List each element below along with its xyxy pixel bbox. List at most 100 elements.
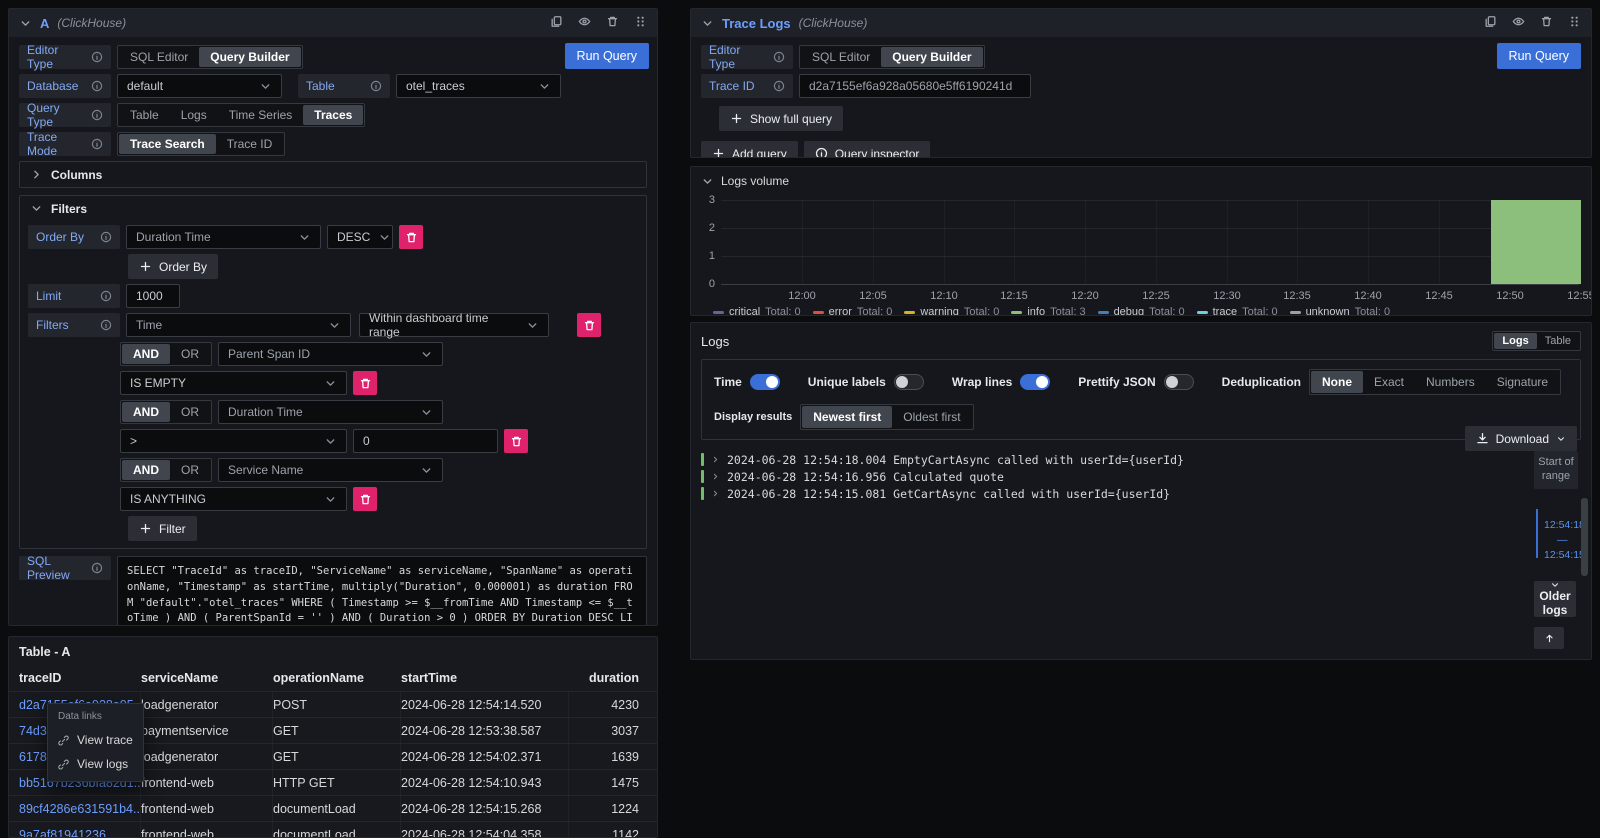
run-query-button[interactable]: Run Query xyxy=(565,43,649,69)
query-type-option-logs[interactable]: Logs xyxy=(170,105,218,125)
column-header[interactable]: startTime xyxy=(401,671,569,685)
trace-link[interactable]: 89cf4286e631591b4... xyxy=(19,802,141,816)
add-order-by-button[interactable]: Order By xyxy=(128,254,218,279)
table-view-option[interactable]: Table xyxy=(1537,333,1579,349)
info-icon xyxy=(91,80,103,92)
info-logs-bar[interactable] xyxy=(1491,200,1581,284)
dedup-option-numbers[interactable]: Numbers xyxy=(1415,371,1486,393)
oldest-first-option[interactable]: Oldest first xyxy=(892,406,971,428)
query-inspector-button[interactable]: Query inspector xyxy=(804,141,931,158)
trash-icon[interactable] xyxy=(1540,15,1553,31)
order-by-direction-select[interactable]: DESC xyxy=(327,225,393,249)
column-header[interactable]: duration xyxy=(569,671,647,685)
show-full-query-button[interactable]: Show full query xyxy=(719,106,843,131)
legend-item[interactable]: unknownTotal: 0 xyxy=(1290,306,1391,316)
eye-icon[interactable] xyxy=(1512,15,1525,31)
trace-link[interactable]: 9a7af81941236... xyxy=(19,828,116,838)
delete-order-by-button[interactable] xyxy=(399,225,423,249)
delete-filter-button[interactable] xyxy=(577,313,601,337)
legend-item[interactable]: debugTotal: 0 xyxy=(1098,306,1185,316)
condition-value-input[interactable]: 0 xyxy=(353,429,498,453)
older-logs-button[interactable]: Older logs xyxy=(1534,581,1576,617)
log-line[interactable]: 2024-06-28 12:54:18.004 EmptyCartAsync c… xyxy=(691,451,1471,468)
drag-handle-icon[interactable] xyxy=(634,15,647,31)
prettify-json-toggle[interactable] xyxy=(1164,374,1194,390)
copy-icon[interactable] xyxy=(1484,15,1497,31)
log-line[interactable]: 2024-06-28 12:54:16.956 Calculated quote xyxy=(691,468,1471,485)
column-header[interactable]: serviceName xyxy=(141,671,273,685)
filters-section-toggle[interactable]: Filters xyxy=(20,196,646,221)
trace-mode-label: Trace Mode xyxy=(19,132,111,156)
view-logs-menu-item[interactable]: View logs xyxy=(48,752,143,776)
collapse-chevron-icon[interactable] xyxy=(701,17,714,30)
limit-input[interactable]: 1000 xyxy=(126,284,180,308)
eye-icon[interactable] xyxy=(578,15,591,31)
order-by-field-select[interactable]: Duration Time xyxy=(126,225,321,249)
trace-mode-option-trace-id[interactable]: Trace ID xyxy=(216,134,284,154)
x-axis-tick: 12:30 xyxy=(1213,290,1241,302)
column-header[interactable]: operationName xyxy=(273,671,401,685)
condition-operator-select[interactable]: IS ANYTHING xyxy=(120,487,347,511)
scroll-top-button[interactable] xyxy=(1534,627,1564,649)
column-header[interactable]: traceID xyxy=(19,671,141,685)
or-option[interactable]: OR xyxy=(170,344,210,364)
condition-field-select[interactable]: Service Name xyxy=(218,458,443,482)
query-builder-option[interactable]: Query Builder xyxy=(199,47,300,67)
condition-field-select[interactable]: Parent Span ID xyxy=(218,342,443,366)
add-query-button[interactable]: Add query xyxy=(701,141,798,158)
view-trace-menu-item[interactable]: View trace xyxy=(48,728,143,752)
newest-first-option[interactable]: Newest first xyxy=(802,406,892,428)
database-select[interactable]: default xyxy=(117,74,282,98)
query-builder-option[interactable]: Query Builder xyxy=(881,47,982,67)
add-filter-button[interactable]: Filter xyxy=(128,516,197,541)
dedup-option-signature[interactable]: Signature xyxy=(1486,371,1559,393)
filter-field-select[interactable]: Time xyxy=(126,313,351,337)
time-toggle[interactable] xyxy=(750,374,780,390)
wrap-lines-toggle[interactable] xyxy=(1020,374,1050,390)
dedup-option-exact[interactable]: Exact xyxy=(1363,371,1415,393)
table-select[interactable]: otel_traces xyxy=(396,74,561,98)
unique-labels-toggle[interactable] xyxy=(894,374,924,390)
sql-editor-option[interactable]: SQL Editor xyxy=(119,47,199,67)
and-option[interactable]: AND xyxy=(122,344,170,364)
dedup-option-none[interactable]: None xyxy=(1311,371,1363,393)
delete-condition-button[interactable] xyxy=(353,487,377,511)
trace-id-input[interactable]: d2a7155ef6a928a05680e5ff6190241d xyxy=(799,74,1031,98)
log-line[interactable]: 2024-06-28 12:54:15.081 GetCartAsync cal… xyxy=(691,485,1471,502)
drag-handle-icon[interactable] xyxy=(1568,15,1581,31)
legend-item[interactable]: warningTotal: 0 xyxy=(904,306,999,316)
delete-condition-button[interactable] xyxy=(504,429,528,453)
collapse-chevron-icon[interactable] xyxy=(19,17,32,30)
run-query-button[interactable]: Run Query xyxy=(1497,43,1581,69)
and-option[interactable]: AND xyxy=(122,402,170,422)
copy-icon[interactable] xyxy=(550,15,563,31)
log-rows: 2024-06-28 12:54:18.004 EmptyCartAsync c… xyxy=(691,451,1471,502)
trash-icon[interactable] xyxy=(606,15,619,31)
legend-item[interactable]: errorTotal: 0 xyxy=(813,306,893,316)
query-type-option-table[interactable]: Table xyxy=(119,105,170,125)
condition-operator-select[interactable]: IS EMPTY xyxy=(120,371,347,395)
trace-mode-option-trace-search[interactable]: Trace Search xyxy=(119,134,216,154)
logs-scrollbar[interactable] xyxy=(1581,498,1588,576)
legend-item[interactable]: infoTotal: 3 xyxy=(1011,306,1085,316)
legend-item[interactable]: criticalTotal: 0 xyxy=(713,306,801,316)
table-cell: frontend-web xyxy=(141,770,273,795)
delete-condition-button[interactable] xyxy=(353,371,377,395)
or-option[interactable]: OR xyxy=(170,460,210,480)
data-links-menu-header: Data links xyxy=(48,709,143,728)
x-axis-tick: 12:45 xyxy=(1425,290,1453,302)
query-type-option-traces[interactable]: Traces xyxy=(303,105,363,125)
condition-field-select[interactable]: Duration Time xyxy=(218,400,443,424)
query-type-option-time-series[interactable]: Time Series xyxy=(218,105,304,125)
trace-id-label: Trace ID xyxy=(701,74,793,98)
sql-editor-option[interactable]: SQL Editor xyxy=(801,47,881,67)
columns-section-toggle[interactable]: Columns xyxy=(20,162,646,187)
and-option[interactable]: AND xyxy=(122,460,170,480)
condition-operator-select[interactable]: > xyxy=(120,429,347,453)
download-button[interactable]: Download xyxy=(1465,426,1577,451)
filter-time-range-select[interactable]: Within dashboard time range xyxy=(359,313,549,337)
collapse-chevron-icon[interactable] xyxy=(701,175,714,188)
logs-view-option[interactable]: Logs xyxy=(1494,333,1536,349)
legend-item[interactable]: traceTotal: 0 xyxy=(1197,306,1278,316)
or-option[interactable]: OR xyxy=(170,402,210,422)
